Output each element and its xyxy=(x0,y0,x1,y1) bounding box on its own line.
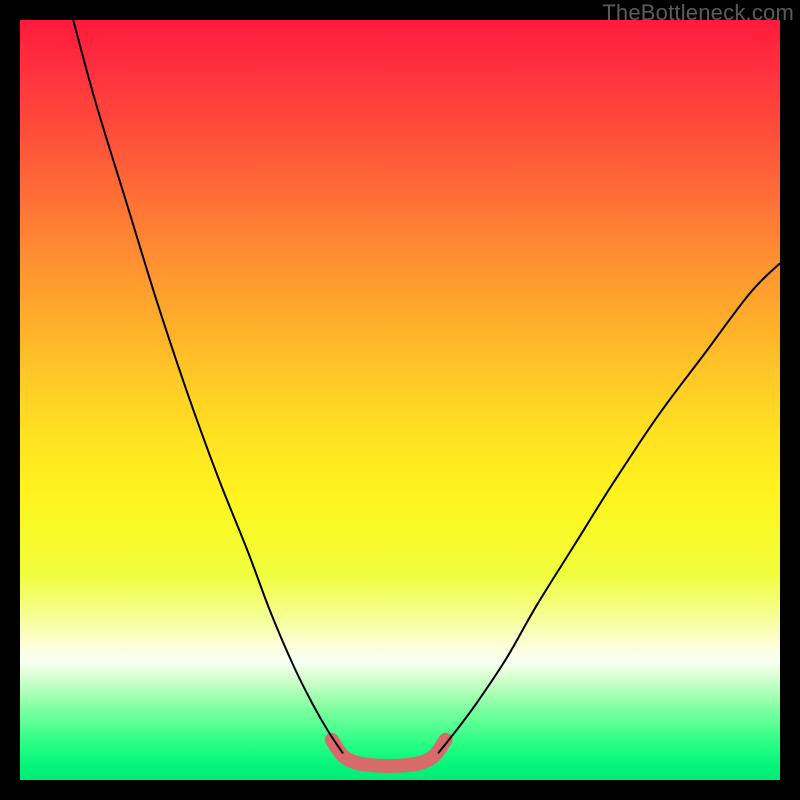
plot-area xyxy=(20,20,780,780)
left-curve-path xyxy=(73,20,343,753)
curve-svg xyxy=(20,20,780,780)
right-curve-path xyxy=(438,263,780,753)
chart-frame: TheBottleneck.com xyxy=(0,0,800,800)
valley-highlight-path xyxy=(332,740,446,766)
